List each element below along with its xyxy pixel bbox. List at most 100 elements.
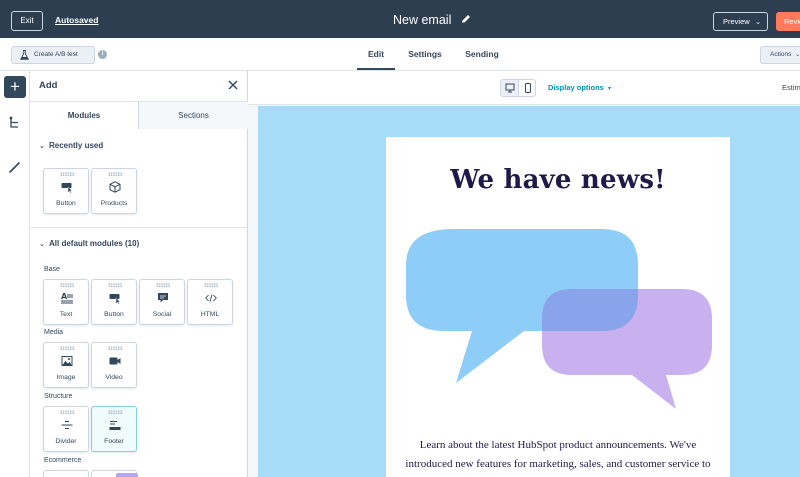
video-icon (109, 357, 121, 365)
cube-icon (109, 181, 121, 193)
module-tile-image[interactable]: Image (43, 342, 89, 388)
info-icon[interactable]: i (98, 50, 107, 59)
drag-handle-icon (60, 283, 74, 287)
module-tile-html[interactable]: HTML (187, 279, 233, 325)
module-tile-partial[interactable] (91, 470, 138, 477)
tile-badge (116, 473, 138, 477)
create-ab-test-button[interactable]: Create A/B test (11, 46, 95, 64)
drag-handle-icon (108, 172, 122, 176)
footer-icon (109, 420, 121, 430)
chevron-down-icon: ⌄ (39, 241, 45, 248)
tile-label: HTML (200, 311, 220, 318)
drag-handle-icon (60, 410, 74, 414)
close-icon[interactable] (227, 79, 239, 91)
flask-icon (20, 50, 29, 60)
tile-label: Button (56, 200, 76, 207)
tile-label: Footer (104, 438, 124, 445)
desktop-view-button[interactable] (501, 80, 519, 96)
group-label-structure: Structure (44, 393, 73, 400)
tab-settings[interactable]: Settings (403, 38, 447, 70)
drag-handle-icon (60, 346, 74, 350)
email-paragraph[interactable]: Learn about the latest HubSpot product a… (386, 436, 730, 474)
mobile-view-button[interactable] (519, 80, 537, 96)
divider-icon (61, 420, 73, 430)
actions-button[interactable]: Actions ⌄ (760, 46, 800, 64)
button-icon (109, 294, 121, 304)
chevron-down-icon: ⌄ (39, 143, 45, 150)
pencil-icon[interactable] (460, 13, 472, 25)
preview-label: Preview (723, 17, 750, 26)
module-tile-video[interactable]: Video (91, 342, 137, 388)
autosaved-link[interactable]: Autosaved (55, 15, 98, 25)
editor-toolbar: Create A/B test i Edit Settings Sending … (0, 38, 800, 71)
top-bar: Exit Autosaved New email Preview ⌄ Revie (0, 0, 800, 38)
module-tile-footer[interactable]: Footer (91, 406, 137, 452)
exit-button[interactable]: Exit (11, 11, 43, 31)
drag-handle-icon (204, 283, 218, 287)
estimate-label: Estim (782, 83, 800, 92)
panel-title: Add (39, 80, 58, 91)
display-options-dropdown[interactable]: Display options ▾ (548, 83, 611, 92)
tab-sections[interactable]: Sections (138, 102, 248, 129)
drag-handle-icon (108, 346, 122, 350)
device-toggle (500, 79, 536, 97)
chevron-down-icon: ⌄ (755, 19, 761, 26)
email-headline[interactable]: We have news! (386, 165, 730, 195)
module-tile-button[interactable]: Button (43, 168, 89, 214)
email-body[interactable]: We have news! Learn about the latest Hub… (386, 137, 730, 477)
all-modules-label: All default modules (10) (49, 239, 140, 248)
tile-label: Social (152, 311, 172, 318)
social-icon (158, 293, 168, 303)
chevron-down-icon: ⌄ (795, 52, 800, 58)
tile-label: Image (56, 374, 76, 381)
add-panel: Add Modules Sections ⌄ Recently used Butt… (30, 71, 248, 477)
drag-handle-icon (108, 410, 122, 414)
actions-label: Actions (770, 51, 792, 58)
caret-down-icon: ▾ (607, 86, 611, 92)
preview-toolbar: Display options ▾ Estim (248, 71, 800, 105)
group-label-media: Media (44, 329, 64, 336)
drag-handle-icon (108, 283, 122, 287)
add-button[interactable]: + (4, 76, 26, 98)
mobile-icon (525, 83, 531, 93)
module-tile-social[interactable]: Social (139, 279, 185, 325)
module-tile-text[interactable]: A Text (43, 279, 89, 325)
module-tile-button[interactable]: Button (91, 279, 137, 325)
ab-test-label: Create A/B test (34, 51, 78, 58)
tile-label: Button (104, 311, 124, 318)
panel-tabs: Modules Sections (30, 101, 248, 129)
paragraph-line: Learn about the latest HubSpot product a… (419, 439, 697, 451)
speech-bubbles-illustration (406, 229, 712, 409)
group-label-base: Base (44, 266, 60, 273)
group-label-ecommerce: Ecommerce (44, 457, 82, 464)
preview-button[interactable]: Preview ⌄ (713, 12, 768, 31)
tab-edit[interactable]: Edit (357, 38, 395, 70)
section-divider (30, 227, 248, 228)
tab-modules[interactable]: Modules (30, 102, 138, 129)
email-title: New email (393, 13, 452, 27)
text-icon: A (61, 292, 73, 304)
tile-label: Divider (55, 438, 77, 445)
recently-used-header[interactable]: ⌄ Recently used (39, 141, 103, 150)
drag-handle-icon (156, 283, 170, 287)
tree-icon[interactable] (8, 116, 22, 130)
svg-text:A: A (61, 292, 68, 301)
paragraph-line: introduced new features for marketing, s… (405, 458, 711, 470)
tile-label: Products (100, 200, 128, 207)
recently-used-label: Recently used (49, 141, 104, 150)
tab-sending[interactable]: Sending (460, 38, 504, 70)
brush-icon[interactable] (8, 160, 22, 174)
all-modules-header[interactable]: ⌄ All default modules (10) (39, 239, 139, 248)
tile-label: Text (59, 311, 73, 318)
tile-label: Video (105, 374, 123, 381)
display-options-label: Display options (548, 83, 604, 92)
bubble-overlap (542, 289, 638, 331)
module-tile-divider[interactable]: Divider (43, 406, 89, 452)
module-tile-partial[interactable] (43, 470, 89, 477)
desktop-icon (505, 83, 515, 93)
tool-rail: + (0, 71, 30, 477)
module-tile-products[interactable]: Products (91, 168, 137, 214)
code-icon (205, 294, 217, 302)
review-button[interactable]: Revie (776, 12, 800, 31)
button-icon (61, 183, 73, 193)
